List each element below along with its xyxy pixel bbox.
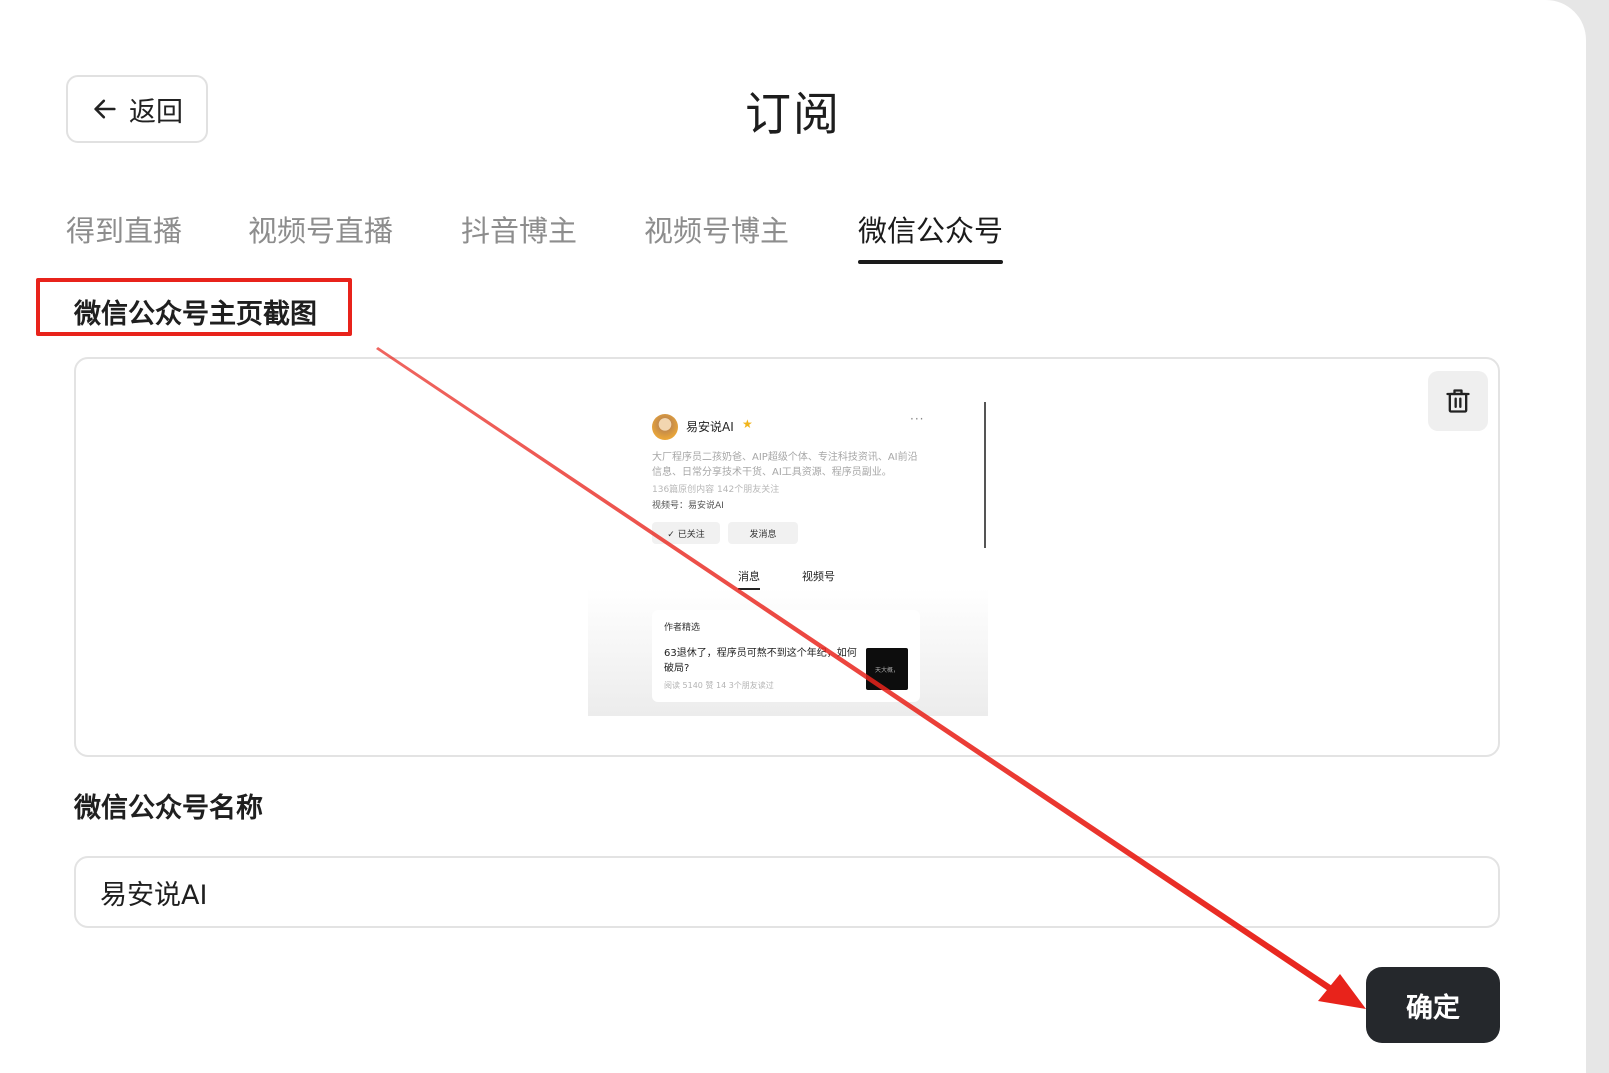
thumbnail-description: 大厂程序员二孩奶爸、AIP超级个体、专注科技资讯、AI前沿信息、日常分享技术干货… <box>652 452 918 478</box>
tab-douyin-blogger[interactable]: 抖音博主 <box>461 208 577 264</box>
page-title: 订阅 <box>745 87 841 141</box>
thumbnail-card-title: 作者精选 <box>664 623 701 633</box>
account-name-input[interactable]: 易安说AI <box>74 856 1500 928</box>
tab-wechat-official-account[interactable]: 微信公众号 <box>858 208 1004 264</box>
thumbnail-tab-video: 视频号 <box>802 570 835 583</box>
annotation-highlight-box <box>36 278 352 336</box>
thumbnail-account-name: 易安说AI <box>686 420 734 434</box>
thumbnail-stats: 136篇原创内容 142个朋友关注 <box>652 485 780 495</box>
thumbnail-card-meta: 阅读 5140 赞 14 3个朋友读过 <box>664 681 774 690</box>
thumbnail-article-card: 作者精选 63退休了，程序员可熬不到这个年纪，如何破局? 阅读 5140 赞 1… <box>652 610 920 702</box>
more-icon: ··· <box>910 412 925 426</box>
tab-channels-blogger[interactable]: 视频号博主 <box>644 208 789 264</box>
thumbnail-message-button: 发消息 <box>728 522 798 544</box>
confirm-button[interactable]: 确定 <box>1366 967 1500 1043</box>
uploaded-screenshot-preview: 易安说AI ★ ··· 大厂程序员二孩奶爸、AIP超级个体、专注科技资讯、AI前… <box>588 398 988 716</box>
delete-screenshot-button[interactable] <box>1428 371 1488 431</box>
thumbnail-card-image: 天大概， <box>866 648 908 690</box>
thumbnail-video-account: 视频号：易安说AI <box>652 501 724 511</box>
thumbnail-scrollbar <box>984 402 986 548</box>
thumbnail-card-text: 63退休了，程序员可熬不到这个年纪，如何破局? <box>664 648 857 674</box>
star-icon: ★ <box>742 417 753 431</box>
account-avatar <box>652 414 678 440</box>
tab-dedao-live[interactable]: 得到直播 <box>66 208 182 264</box>
trash-icon <box>1446 389 1470 413</box>
thumbnail-followed-button: ✓ 已关注 <box>652 522 720 544</box>
tab-channels-live[interactable]: 视频号直播 <box>248 208 393 264</box>
thumbnail-tab-messages: 消息 <box>738 568 760 590</box>
name-section-label: 微信公众号名称 <box>74 793 263 824</box>
subscribe-panel: 返回 订阅 得到直播 视频号直播 抖音博主 视频号博主 微信公众号 微信公众号主… <box>0 0 1586 1073</box>
